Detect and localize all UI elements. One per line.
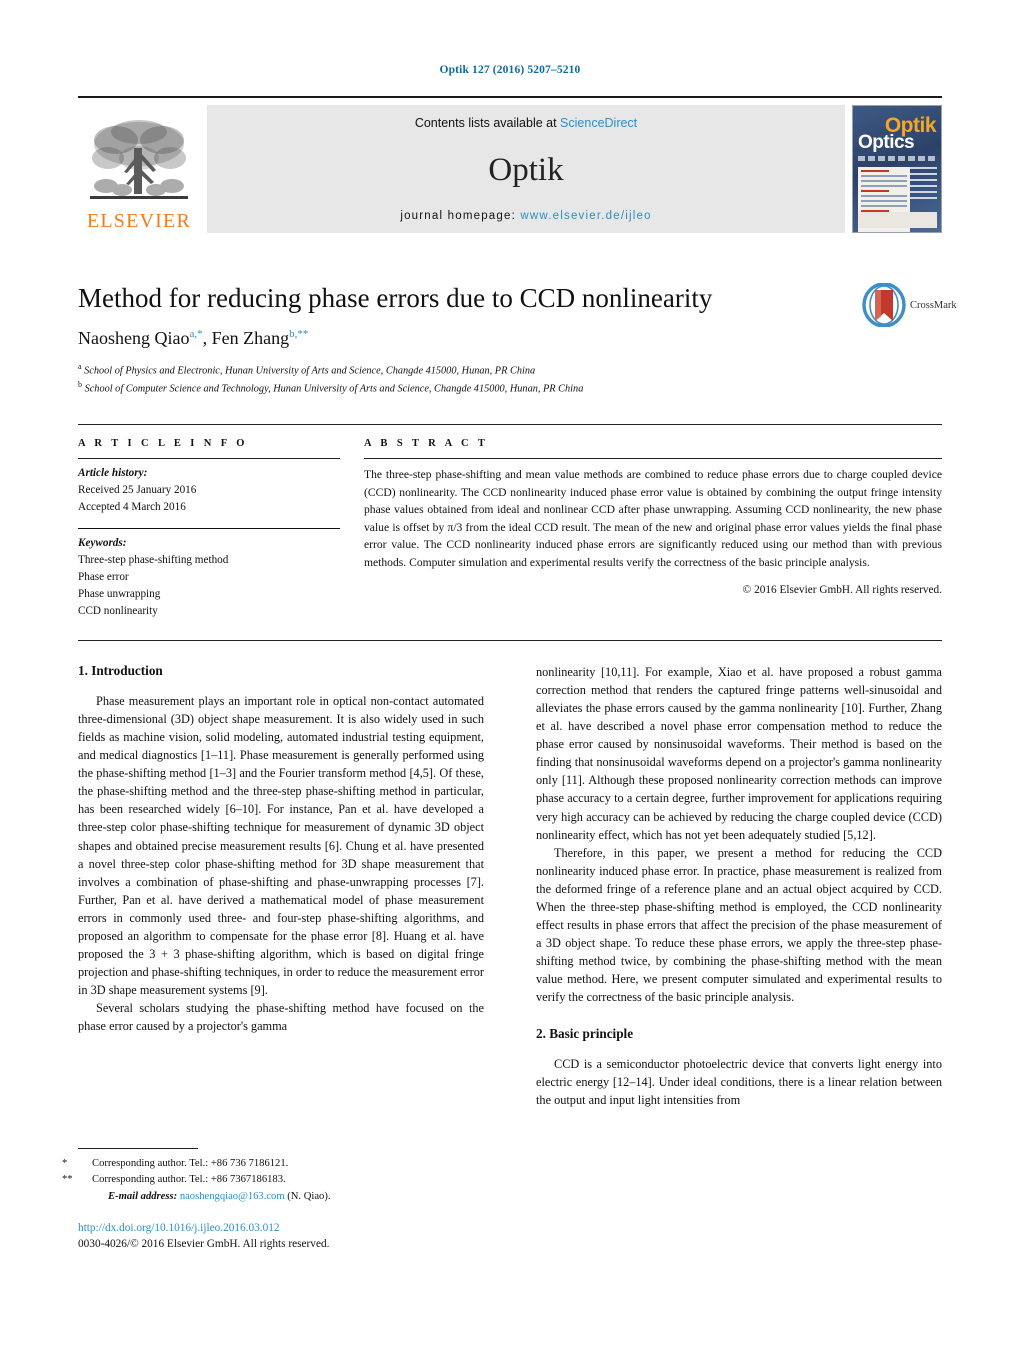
- article-info-column: A R T I C L E I N F O Article history: R…: [78, 438, 340, 620]
- footnote-marker: **: [62, 1174, 73, 1186]
- page-title: Method for reducing phase errors due to …: [78, 283, 713, 313]
- keyword-item: Phase unwrapping: [78, 588, 161, 601]
- author-separator: ,: [202, 328, 212, 349]
- doi-link[interactable]: http://dx.doi.org/10.1016/j.ijleo.2016.0…: [78, 1221, 484, 1237]
- article-info-heading: A R T I C L E I N F O: [78, 438, 248, 449]
- elsevier-wordmark: ELSEVIER: [86, 210, 192, 232]
- article-accepted-date: Accepted 4 March 2016: [78, 501, 186, 514]
- keyword-item: CCD nonlinearity: [78, 605, 158, 618]
- running-head: Optik 127 (2016) 5207–5210: [439, 64, 581, 76]
- journal-homepage-line: journal homepage: www.elsevier.de/ijleo: [400, 210, 651, 222]
- affiliation-a: a School of Physics and Electronic, Huna…: [78, 361, 848, 379]
- crossmark-label: CrossMark: [910, 299, 957, 311]
- affiliation-list: a School of Physics and Electronic, Huna…: [78, 361, 848, 398]
- email-suffix: (N. Qiao).: [284, 1190, 331, 1202]
- author-name-1: Naosheng Qiao: [78, 328, 190, 349]
- abstract-copyright: © 2016 Elsevier GmbH. All rights reserve…: [742, 583, 942, 596]
- journal-masthead: ELSEVIER Contents lists available at Sci…: [78, 96, 942, 233]
- crossmark-badge[interactable]: CrossMark: [862, 283, 962, 327]
- footnote-rule: [78, 1148, 198, 1149]
- author-list: Naosheng Qiaoa,*, Fen Zhangb,**: [78, 328, 848, 349]
- section-heading-basic-principle: 2. Basic principle: [536, 1026, 634, 1042]
- affiliation-b: b School of Computer Science and Technol…: [78, 379, 848, 397]
- abstract-text: The three-step phase-shifting and mean v…: [364, 468, 942, 570]
- journal-band: Contents lists available at ScienceDirec…: [207, 105, 845, 233]
- paragraph: Therefore, in this paper, we present a m…: [536, 845, 942, 1005]
- body-columns: 1. Introduction Phase measurement plays …: [78, 663, 942, 1203]
- info-abstract-section: A R T I C L E I N F O Article history: R…: [78, 424, 942, 620]
- paper-page: Optik 127 (2016) 5207–5210 ELSEVIER Cont…: [0, 0, 1020, 1351]
- paragraph: nonlinearity [10,11]. For example, Xiao …: [536, 665, 942, 842]
- footnote-text: Corresponding author. Tel.: +86 736 7186…: [92, 1158, 289, 1169]
- journal-cover-thumbnail: Optik Optics: [852, 105, 942, 233]
- author-name-2: Fen Zhang: [211, 328, 290, 349]
- cover-subtitle-bar: [858, 156, 936, 161]
- affiliation-b-text: School of Computer Science and Technolog…: [82, 383, 584, 395]
- abstract-column: A B S T R A C T The three-step phase-shi…: [364, 438, 942, 620]
- author-2-affiliation-marker: b,**: [289, 328, 309, 341]
- body-left-column: 1. Introduction Phase measurement plays …: [78, 663, 484, 1203]
- cover-footer-bar: [858, 212, 937, 228]
- body-top-rule: [78, 640, 942, 641]
- email-link[interactable]: naoshengqiao@163.com: [180, 1191, 285, 1202]
- affiliation-a-text: School of Physics and Electronic, Hunan …: [81, 365, 536, 377]
- contents-prefix: Contents lists available at: [414, 116, 561, 130]
- footnote-corresponding-author-2: ** Corresponding author. Tel.: +86 736718…: [62, 1172, 484, 1188]
- paragraph: Phase measurement plays an important rol…: [78, 694, 484, 997]
- sciencedirect-link[interactable]: ScienceDirect: [560, 116, 637, 130]
- homepage-url-link[interactable]: www.elsevier.de/ijleo: [520, 210, 651, 222]
- journal-title: Optik: [488, 151, 564, 188]
- keyword-item: Three-step phase-shifting method: [78, 554, 229, 567]
- elsevier-tree-icon: [90, 120, 188, 199]
- abstract-rule: [364, 458, 942, 459]
- abstract-heading: A B S T R A C T: [364, 438, 489, 449]
- keywords-block: Keywords: Three-step phase-shifting meth…: [78, 535, 340, 620]
- keywords-label: Keywords:: [78, 537, 127, 550]
- article-received-date: Received 25 January 2016: [78, 484, 197, 497]
- footnote-email-line: E-mail address: naoshengqiao@163.com (N.…: [78, 1189, 484, 1205]
- homepage-prefix: journal homepage:: [400, 210, 521, 222]
- keyword-item: Phase error: [78, 571, 129, 584]
- paragraph: Several scholars studying the phase-shif…: [78, 1001, 484, 1034]
- footnote-corresponding-author-1: * Corresponding author. Tel.: +86 736 718…: [62, 1156, 484, 1172]
- title-block: Method for reducing phase errors due to …: [78, 283, 848, 398]
- article-history-block: Article history: Received 25 January 201…: [78, 465, 340, 516]
- article-info-rule: [78, 458, 340, 459]
- paragraph: CCD is a semiconductor photoelectric dev…: [536, 1057, 942, 1108]
- section-heading-introduction: 1. Introduction: [78, 663, 163, 678]
- body-right-column: nonlinearity [10,11]. For example, Xiao …: [536, 663, 942, 1203]
- elsevier-logo: ELSEVIER: [78, 105, 200, 233]
- footnote-text: Corresponding author. Tel.: +86 73671861…: [92, 1174, 286, 1186]
- article-history-label: Article history:: [78, 467, 148, 479]
- cover-side-lines: [910, 167, 937, 203]
- email-label: E-mail address:: [108, 1190, 178, 1202]
- cover-title-optics: Optics: [858, 132, 915, 153]
- doi-block: http://dx.doi.org/10.1016/j.ijleo.2016.0…: [78, 1221, 484, 1253]
- crossmark-icon: [862, 283, 906, 327]
- issn-copyright-line: 0030-4026/© 2016 Elsevier GmbH. All righ…: [78, 1238, 330, 1251]
- footnotes-block: * Corresponding author. Tel.: +86 736 718…: [62, 1148, 484, 1253]
- author-1-affiliation-marker: a,*: [189, 328, 203, 341]
- footnote-marker: *: [62, 1158, 68, 1169]
- contents-available-line: Contents lists available at ScienceDirec…: [415, 116, 637, 130]
- keywords-rule: [78, 528, 340, 530]
